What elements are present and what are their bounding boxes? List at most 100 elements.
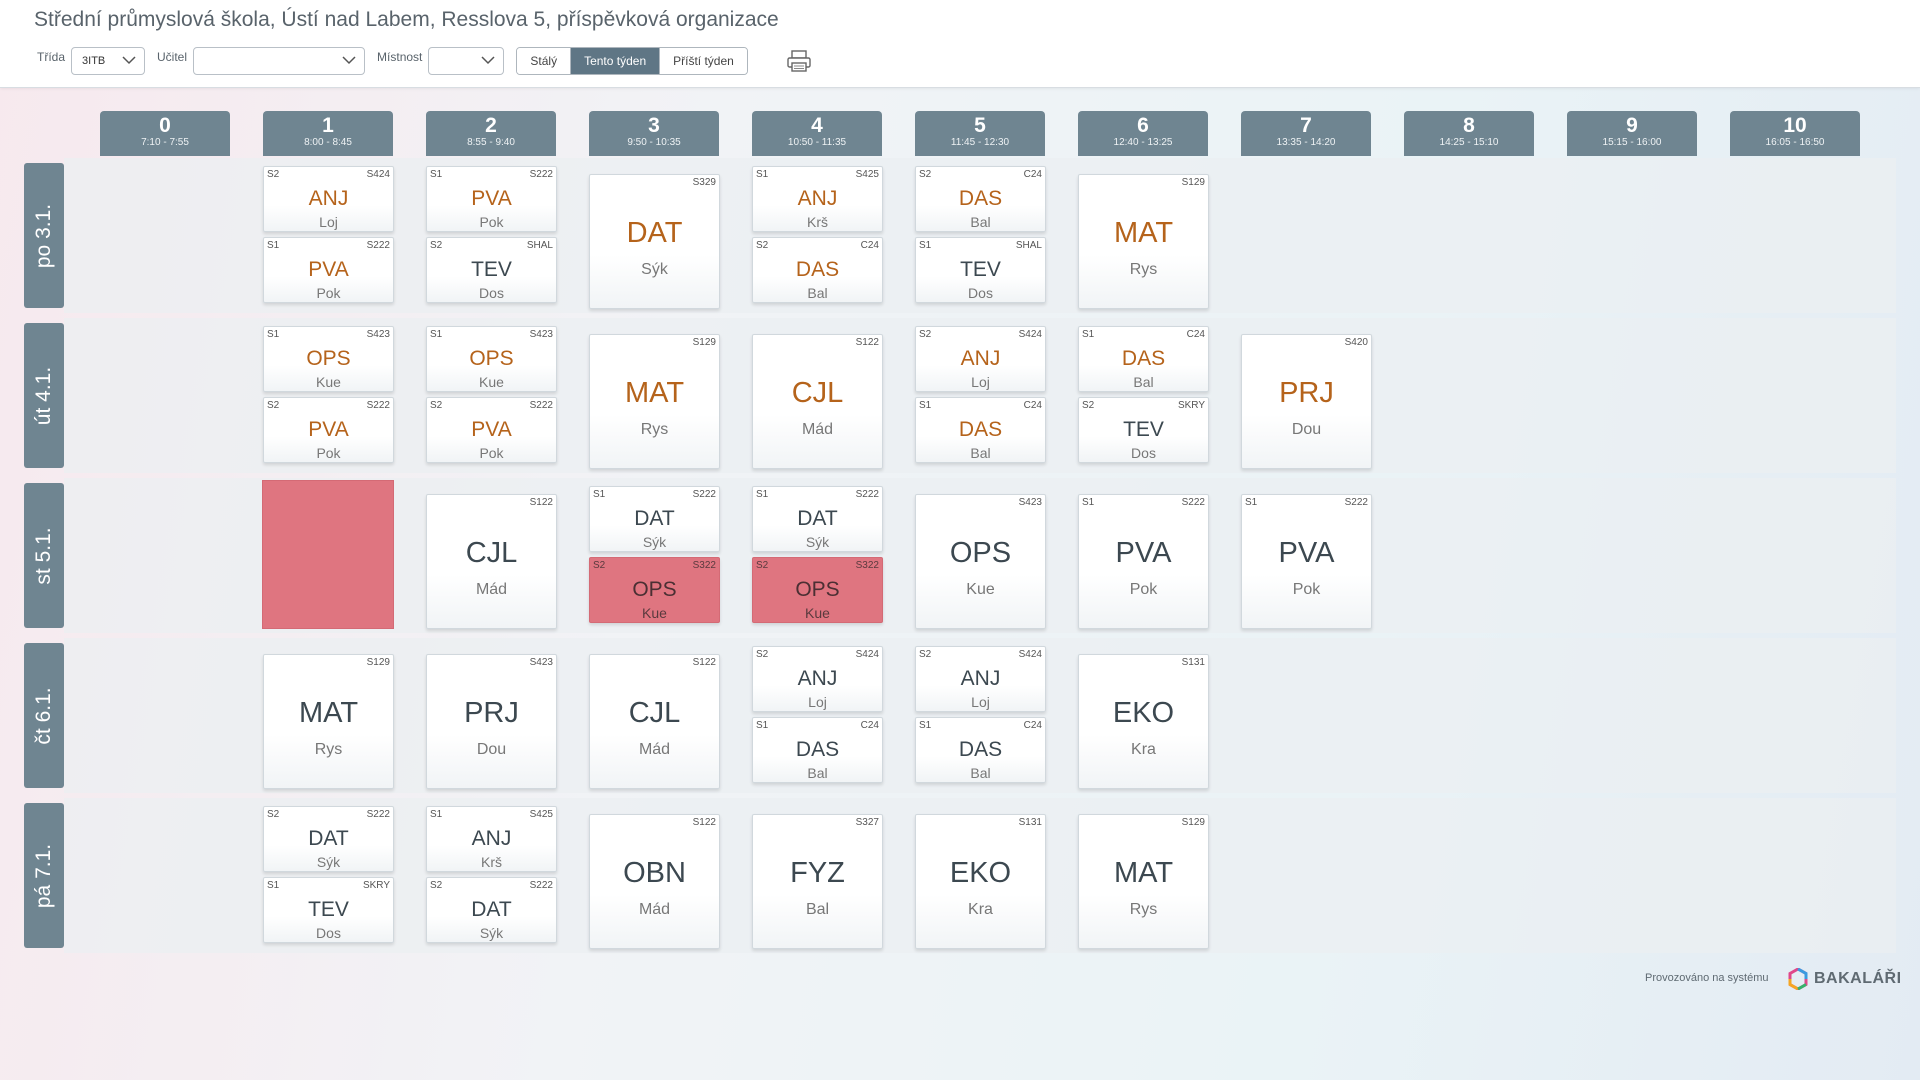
- hour-number: 3: [648, 114, 660, 137]
- class-select[interactable]: 3ITB: [71, 47, 146, 75]
- bakalari-logo[interactable]: BAKALÁŘI: [1788, 968, 1902, 990]
- hour-time: 14:25 - 15:10: [1439, 137, 1499, 148]
- lesson-card[interactable]: S1 SHAL TEV Dos: [915, 237, 1046, 303]
- lesson-card[interactable]: S2 SKRY TEV Dos: [1078, 397, 1209, 463]
- lesson-card[interactable]: S1 S423 OPS Kue: [426, 326, 557, 392]
- lesson-room: S222: [529, 169, 553, 180]
- hour-number: 5: [974, 114, 986, 137]
- lesson-room: S425: [529, 809, 553, 820]
- lesson-subject: DAT: [797, 507, 838, 530]
- lesson-card[interactable]: S122 CJL Mád: [589, 654, 720, 789]
- lesson-group: S2: [593, 560, 606, 571]
- lesson-card[interactable]: S1 SKRY TEV Dos: [263, 877, 394, 943]
- lesson-room: S222: [529, 400, 553, 411]
- lesson-subject: OBN: [623, 857, 686, 889]
- lesson-card[interactable]: S2 S424 ANJ Loj: [915, 646, 1046, 712]
- lesson-card[interactable]: S2 SHAL TEV Dos: [426, 237, 557, 303]
- lesson-subject: ANJ: [960, 347, 1001, 370]
- lesson-subject: CJL: [465, 537, 518, 569]
- lesson-group: S1: [430, 809, 443, 820]
- lesson-group: S1: [430, 329, 443, 340]
- lesson-subject: OPS: [469, 347, 514, 370]
- lesson-group: S2: [430, 400, 443, 411]
- lesson-card[interactable]: S129 MAT Rys: [1078, 814, 1209, 949]
- lesson-card[interactable]: S1 C24 DAS Bal: [1078, 326, 1209, 392]
- lesson-card[interactable]: S327 FYZ Bal: [752, 814, 883, 949]
- lesson-card[interactable]: S1 S222 PVA Pok: [263, 237, 394, 303]
- lesson-subject: DAT: [626, 217, 683, 249]
- lesson-room: S222: [692, 489, 716, 500]
- lesson-group: S2: [1082, 400, 1095, 411]
- lesson-subject: OPS: [632, 578, 677, 601]
- lesson-room: C24: [1023, 169, 1042, 180]
- lesson-card[interactable]: S1 S222 DAT Sýk: [752, 486, 883, 552]
- lesson-card[interactable]: S1 S425 ANJ Krš: [752, 166, 883, 232]
- lesson-room: S122: [855, 337, 879, 348]
- lesson-group: S1: [756, 169, 769, 180]
- lesson-teacher: Loj: [808, 694, 827, 710]
- lesson-card[interactable]: S2 S424 ANJ Loj: [915, 326, 1046, 392]
- lesson-card[interactable]: S131 EKO Kra: [1078, 654, 1209, 789]
- lesson-card[interactable]: S1 S423 OPS Kue: [263, 326, 394, 392]
- lesson-subject: OPS: [306, 347, 351, 370]
- lesson-card[interactable]: S2 C24 DAS Bal: [915, 166, 1046, 232]
- lesson-card[interactable]: S1 S425 ANJ Krš: [426, 806, 557, 872]
- lesson-card[interactable]: S129 MAT Rys: [589, 334, 720, 469]
- lesson-subject: EKO: [949, 857, 1012, 889]
- lesson-card[interactable]: S2 S322 OPS Kue: [752, 557, 883, 623]
- lesson-teacher: Bal: [970, 445, 991, 461]
- lesson-card[interactable]: S131 EKO Kra: [915, 814, 1046, 949]
- lesson-teacher: Rys: [1129, 261, 1158, 278]
- lesson-card[interactable]: S329 DAT Sýk: [589, 174, 720, 309]
- room-select[interactable]: [428, 47, 505, 75]
- lesson-card[interactable]: S423 OPS Kue: [915, 494, 1046, 629]
- lesson-teacher: Dos: [968, 285, 993, 301]
- lesson-card[interactable]: S1 S222 DAT Sýk: [589, 486, 720, 552]
- lesson-room: S131: [1018, 817, 1042, 828]
- lesson-card[interactable]: S129 MAT Rys: [263, 654, 394, 789]
- lesson-card[interactable]: S1 C24 DAS Bal: [915, 717, 1046, 783]
- lesson-card[interactable]: S2 S222 PVA Pok: [426, 397, 557, 463]
- lesson-card[interactable]: S129 MAT Rys: [1078, 174, 1209, 309]
- lesson-card[interactable]: S1 S222 PVA Pok: [426, 166, 557, 232]
- lesson-teacher: Kra: [1131, 741, 1156, 758]
- lesson-room: S424: [855, 649, 879, 660]
- lesson-teacher: Dou: [1291, 421, 1322, 438]
- lesson-card[interactable]: S122 OBN Mád: [589, 814, 720, 949]
- lesson-teacher: Kra: [968, 901, 993, 918]
- teacher-select[interactable]: [193, 47, 366, 75]
- lesson-card[interactable]: S2 S424 ANJ Loj: [263, 166, 394, 232]
- lesson-card[interactable]: S2 S322 OPS Kue: [589, 557, 720, 623]
- room-label: Místnost: [377, 50, 423, 64]
- lesson-room: S423: [529, 657, 553, 668]
- lesson-teacher: Rys: [640, 421, 669, 438]
- lesson-teacher: Kue: [642, 605, 667, 621]
- lesson-card[interactable]: S420 PRJ Dou: [1241, 334, 1372, 469]
- teacher-label: Učitel: [157, 50, 188, 64]
- lesson-group: S1: [1245, 497, 1258, 508]
- lesson-card[interactable]: S1 C24 DAS Bal: [915, 397, 1046, 463]
- lesson-card[interactable]: S2 S222 DAT Sýk: [263, 806, 394, 872]
- hour-time: 8:55 - 9:40: [467, 137, 515, 148]
- lesson-card[interactable]: S2 S222 DAT Sýk: [426, 877, 557, 943]
- lesson-group: S2: [756, 560, 769, 571]
- lesson-card[interactable]: S122 CJL Mád: [426, 494, 557, 629]
- tab-this-week[interactable]: Tento týden: [571, 48, 661, 74]
- lesson-card[interactable]: S2 S424 ANJ Loj: [752, 646, 883, 712]
- lesson-card[interactable]: S423 PRJ Dou: [426, 654, 557, 789]
- lesson-card[interactable]: S2 S222 PVA Pok: [263, 397, 394, 463]
- tab-permanent[interactable]: Stálý: [517, 48, 572, 74]
- tab-next-week[interactable]: Příští týden: [660, 48, 747, 74]
- lesson-card[interactable]: S122 CJL Mád: [752, 334, 883, 469]
- lesson-card[interactable]: S1 C24 DAS Bal: [752, 717, 883, 783]
- printer-icon[interactable]: [786, 50, 812, 72]
- lesson-teacher: Dos: [479, 285, 504, 301]
- lesson-card[interactable]: S1 S222 PVA Pok: [1241, 494, 1372, 629]
- lesson-subject: EKO: [1112, 697, 1175, 729]
- lesson-card[interactable]: S1 S222 PVA Pok: [1078, 494, 1209, 629]
- lesson-group: S1: [919, 400, 932, 411]
- event-block[interactable]: [262, 480, 394, 629]
- lesson-card[interactable]: S2 C24 DAS Bal: [752, 237, 883, 303]
- lesson-subject: ANJ: [797, 667, 838, 690]
- lesson-teacher: Pok: [316, 445, 341, 461]
